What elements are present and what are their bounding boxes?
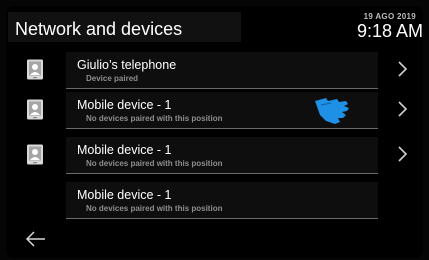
device-name: Giulio’s telephone <box>77 58 177 72</box>
phone-icon <box>27 99 43 120</box>
device-name: Mobile device - 1 <box>77 143 172 157</box>
device-status: No devices paired with this position <box>86 114 223 123</box>
chevron-right-icon[interactable] <box>396 100 408 118</box>
page-title: Network and devices <box>15 19 183 39</box>
screen-frame <box>6 6 423 258</box>
device-status: No devices paired with this position <box>86 159 223 168</box>
phone-icon <box>27 59 43 80</box>
row-divider <box>66 128 378 129</box>
device-name: Mobile device - 1 <box>77 98 172 112</box>
device-row-0[interactable]: Giulio’s telephone Device paired <box>0 49 429 89</box>
chevron-right-icon[interactable] <box>396 60 408 78</box>
back-arrow-icon[interactable] <box>24 229 46 249</box>
time-label: 9:18 AM <box>356 21 423 41</box>
phone-icon <box>27 144 43 165</box>
device-status: No devices paired with this position <box>86 204 223 213</box>
tap-hand-icon <box>315 98 349 124</box>
device-row-3[interactable]: Mobile device - 1 No devices paired with… <box>0 179 429 219</box>
device-status: Device paired <box>86 74 139 83</box>
header: Network and devices 19 AGO 2019 9:18 AM <box>0 0 429 42</box>
row-divider <box>66 218 378 219</box>
date-label: 19 AGO 2019 <box>363 12 416 21</box>
row-divider <box>66 173 378 174</box>
chevron-right-icon[interactable] <box>396 145 408 163</box>
device-row-2[interactable]: Mobile device - 1 No devices paired with… <box>0 134 429 174</box>
device-row-1[interactable]: Mobile device - 1 No devices paired with… <box>0 89 429 129</box>
device-name: Mobile device - 1 <box>77 188 172 202</box>
